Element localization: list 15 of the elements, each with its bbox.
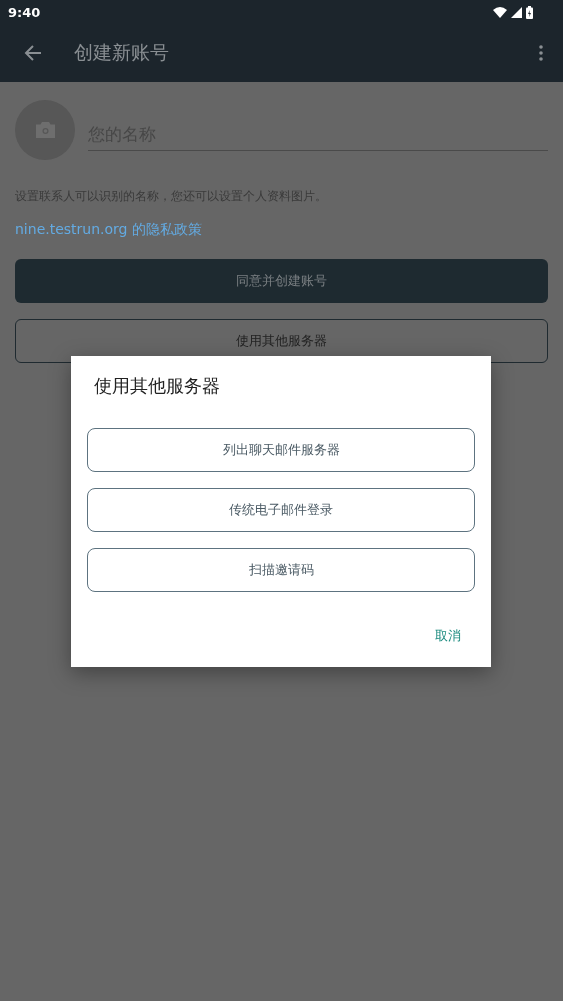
privacy-policy-link[interactable]: nine.testrun.org 的隐私政策 bbox=[15, 221, 548, 239]
option-button[interactable]: 扫描邀请码 bbox=[87, 548, 475, 592]
create-account-button[interactable]: 同意并创建账号 bbox=[15, 259, 548, 303]
dialog-title: 使用其他服务器 bbox=[94, 374, 221, 398]
back-arrow-icon[interactable] bbox=[24, 45, 42, 61]
camera-icon bbox=[35, 122, 55, 138]
signal-icon bbox=[511, 6, 522, 18]
more-menu-icon[interactable] bbox=[539, 45, 543, 61]
status-time: 9:40 bbox=[8, 4, 41, 20]
option-button[interactable]: 列出聊天邮件服务器 bbox=[87, 428, 475, 472]
cancel-button[interactable]: 取消 bbox=[433, 625, 463, 647]
toolbar-title: 创建新账号 bbox=[74, 40, 170, 65]
battery-icon bbox=[526, 5, 533, 19]
wifi-icon bbox=[493, 6, 507, 18]
option-button[interactable]: 传统电子邮件登录 bbox=[87, 488, 475, 532]
